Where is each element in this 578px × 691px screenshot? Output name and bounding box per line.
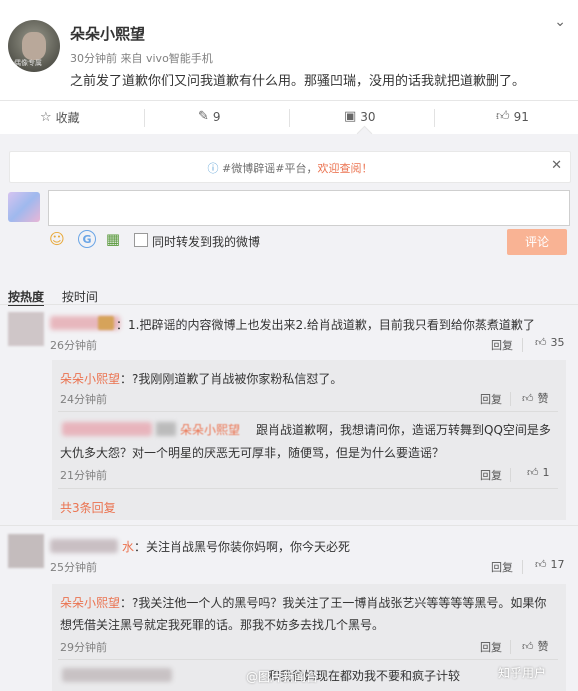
sort-tabs: 按热度 按时间 — [8, 288, 112, 306]
image-icon[interactable]: ▦ — [104, 230, 122, 248]
post-author-name[interactable]: 朵朵小熙望 — [70, 23, 145, 44]
comment-input[interactable] — [48, 190, 570, 226]
comment-like-button[interactable]: 👍︎ 35 — [535, 336, 565, 349]
blurred-username[interactable] — [50, 539, 118, 553]
divider — [522, 338, 523, 352]
banner-prefix[interactable]: #微博辟谣#平台， — [222, 162, 317, 175]
reply-button[interactable]: 回复 — [491, 337, 513, 353]
comment-text: ：关注肖战黑号你装你妈啊，你今天必死 — [134, 540, 351, 554]
reply-time: 24分钟前 — [60, 393, 107, 406]
username-suffix[interactable]: 水 — [122, 538, 134, 555]
repost-icon: ✎ — [198, 109, 209, 124]
avatar-tag: 偶像专属 — [14, 59, 42, 67]
comment-time: 25分钟前 — [50, 561, 97, 574]
thumbs-up-icon: 👍︎ — [527, 466, 539, 479]
blurred-username[interactable] — [62, 422, 152, 436]
comment-text: ：1.把辟谣的内容微博上也发出来2.给肖战道歉，目前我只看到给你蒸煮道歉了 — [116, 318, 535, 332]
divider — [289, 109, 290, 127]
gif-icon[interactable]: G — [78, 230, 96, 248]
reply-text-line1: 跟肖战道歉啊，我想请问你，造谣万转舞到QQ空间是多 — [256, 423, 551, 437]
reply-like-label: 赞 — [537, 392, 549, 405]
post-author-avatar[interactable]: 偶像专属 — [8, 20, 60, 72]
reply-time: 29分钟前 — [60, 641, 107, 654]
divider — [144, 109, 145, 127]
reply-mention[interactable]: 朵朵小熙望 — [180, 421, 240, 438]
reply-text-line2: 大仇多大怨？对一个明星的厌恶无可厚非，随便骂，但是为什么要造谣？ — [60, 446, 445, 460]
reply-like-count: 1 — [542, 466, 550, 479]
divider — [510, 640, 511, 654]
thumbs-up-icon: 👍︎ — [535, 336, 547, 349]
submit-comment-button[interactable]: 评论 — [507, 229, 567, 255]
repost-button[interactable]: ✎ 9 — [198, 109, 221, 124]
watermark-zhihu: 知乎用户 — [498, 666, 547, 680]
reply-like-label: 赞 — [537, 640, 549, 653]
reply-author[interactable]: 朵朵小熙望 — [60, 596, 120, 610]
more-replies-link[interactable]: 共3条回复 — [60, 499, 116, 516]
badge-icon — [98, 316, 114, 330]
banner-text: ⓘ #微博辟谣#平台，欢迎查阅！ — [10, 160, 570, 176]
repost-count: 9 — [212, 109, 221, 124]
banner-link[interactable]: 欢迎查阅！ — [317, 162, 372, 175]
thumbs-up-icon: 👍︎ — [496, 109, 510, 124]
reply-like-button[interactable]: 👍︎ 赞 — [522, 638, 549, 654]
favorite-label: 收藏 — [55, 111, 80, 125]
repost-checkbox[interactable] — [134, 233, 148, 247]
blurred-username[interactable] — [62, 668, 172, 682]
reply-time: 21分钟前 — [60, 469, 107, 482]
comment-avatar[interactable] — [8, 534, 44, 568]
chevron-down-icon[interactable]: ⌄ — [554, 14, 566, 30]
info-icon: ⓘ — [207, 162, 219, 175]
divider — [522, 560, 523, 574]
comment-time: 26分钟前 — [50, 339, 97, 352]
rumor-banner: ⓘ #微博辟谣#平台，欢迎查阅！ ✕ — [9, 151, 571, 183]
repost-checkbox-label: 同时转发到我的微博 — [152, 235, 261, 249]
comment-icon: ▣ — [344, 109, 357, 124]
divider — [58, 411, 558, 412]
comment-button[interactable]: ▣ 30 — [344, 109, 376, 124]
badge-icon — [156, 422, 176, 436]
thumbs-up-icon: 👍︎ — [522, 391, 534, 405]
divider — [0, 304, 578, 305]
comment-count: 30 — [360, 109, 376, 124]
like-button[interactable]: 👍︎ 91 — [496, 109, 529, 124]
divider — [434, 109, 435, 127]
comment-like-count: 35 — [550, 336, 565, 349]
reply-item: 朵朵小熙望：?我关注他一个人的黑号吗？我关注了王一博肖战张艺兴等等等等黑号。如果… — [60, 594, 546, 611]
reply-button[interactable]: 回复 — [491, 559, 513, 575]
divider — [58, 659, 558, 660]
reply-button[interactable]: 回复 — [480, 639, 502, 655]
emoji-icon[interactable]: ☺ — [48, 230, 66, 248]
reply-author[interactable]: 朵朵小熙望 — [60, 372, 120, 386]
reply-button[interactable]: 回复 — [480, 391, 502, 407]
reply-like-button[interactable]: 👍︎ 赞 — [522, 390, 549, 406]
post-action-bar: ☆ 收藏 ✎ 9 ▣ 30 👍︎ 91 — [0, 100, 578, 136]
comment-like-count: 17 — [550, 558, 565, 571]
close-icon[interactable]: ✕ — [551, 158, 562, 173]
tab-by-time[interactable]: 按时间 — [62, 290, 98, 304]
star-icon: ☆ — [40, 110, 52, 125]
divider — [510, 468, 511, 482]
post-text: 之前发了道歉你们又问我道歉有什么用。那骚凹瑞，没用的话我就把道歉删了。 — [70, 74, 526, 89]
favorite-button[interactable]: ☆ 收藏 — [40, 109, 80, 126]
watermark-weibo: @图片新闻台 — [246, 670, 319, 684]
comment-avatar[interactable] — [8, 312, 44, 346]
comment-like-button[interactable]: 👍︎ 17 — [535, 558, 565, 571]
like-count: 91 — [513, 109, 529, 124]
reply-text-line2: 想凭借关注黑号就定我死罪的话。那我不妨多去找几个黑号。 — [60, 618, 385, 632]
reply-item: 朵朵小熙望：?我刚刚道歉了肖战被你家粉私信怼了。 — [60, 370, 342, 387]
thumbs-up-icon: 👍︎ — [522, 639, 534, 653]
my-avatar — [8, 192, 40, 222]
reply-text-line1: ：?我关注他一个人的黑号吗？我关注了王一博肖战张艺兴等等等等黑号。如果你 — [120, 596, 547, 610]
thumbs-up-icon: 👍︎ — [535, 558, 547, 571]
post-meta: 30分钟前 来自 vivo智能手机 — [70, 52, 213, 65]
reply-like-button[interactable]: 👍︎ 1 — [527, 466, 550, 479]
divider — [0, 525, 578, 526]
divider — [510, 392, 511, 406]
reply-button[interactable]: 回复 — [480, 467, 502, 483]
divider — [58, 488, 558, 489]
reply-text: ：?我刚刚道歉了肖战被你家粉私信怼了。 — [120, 372, 343, 386]
avatar-face — [22, 32, 46, 60]
